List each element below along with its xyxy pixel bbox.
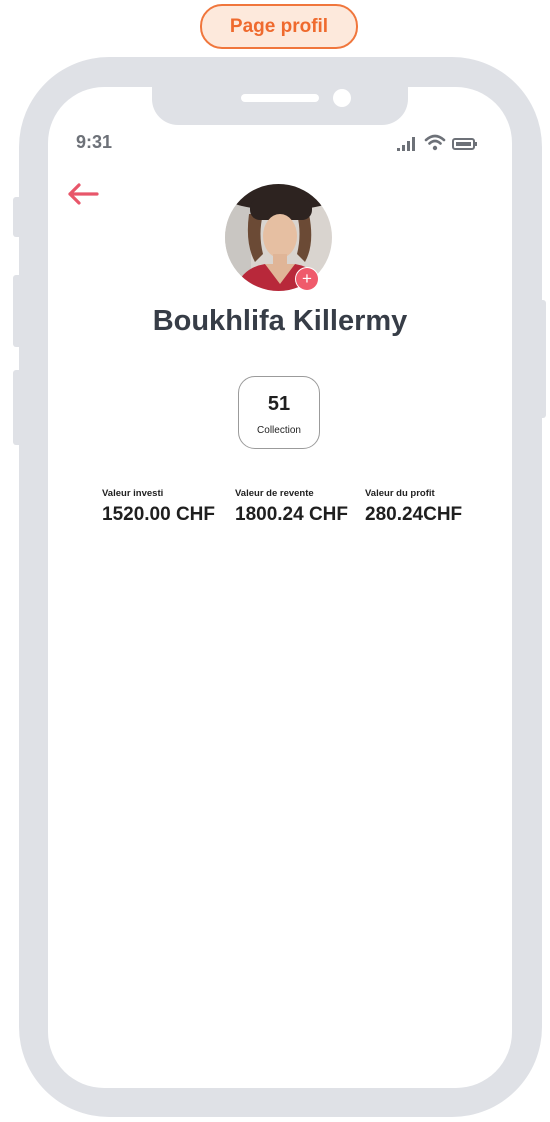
back-arrow-icon [68,183,99,205]
profile-name: Boukhlifa Killermy [152,305,408,337]
plus-icon: + [302,269,312,288]
phone-speaker [241,94,319,102]
stat-label: Valeur du profit [365,488,435,499]
stat-label: Valeur de revente [235,488,314,499]
page-label: Page profil [200,4,358,49]
phone-camera [333,89,351,107]
battery-icon [452,138,477,150]
stat-value: 1520.00 CHF [102,504,216,525]
signal-icon [397,137,415,151]
stat-resale: Valeur de revente 1800.24 CHF [235,488,348,526]
phone-notch [152,87,408,125]
collection-count: 51 [267,392,291,415]
back-button[interactable] [66,182,100,206]
status-time: 9:31 [76,132,113,152]
status-icons [396,134,478,151]
collection-card[interactable]: 51 Collection [238,376,320,449]
stat-profit: Valeur du profit 280.24CHF [365,488,462,526]
add-photo-button[interactable]: + [296,268,318,290]
stat-invested: Valeur investi 1520.00 CHF [102,488,215,526]
wifi-icon [424,134,446,151]
stat-label: Valeur investi [102,488,164,499]
stat-value: 280.24CHF [365,504,463,525]
stat-value: 1800.24 CHF [235,504,349,525]
collection-label: Collection [257,424,301,436]
